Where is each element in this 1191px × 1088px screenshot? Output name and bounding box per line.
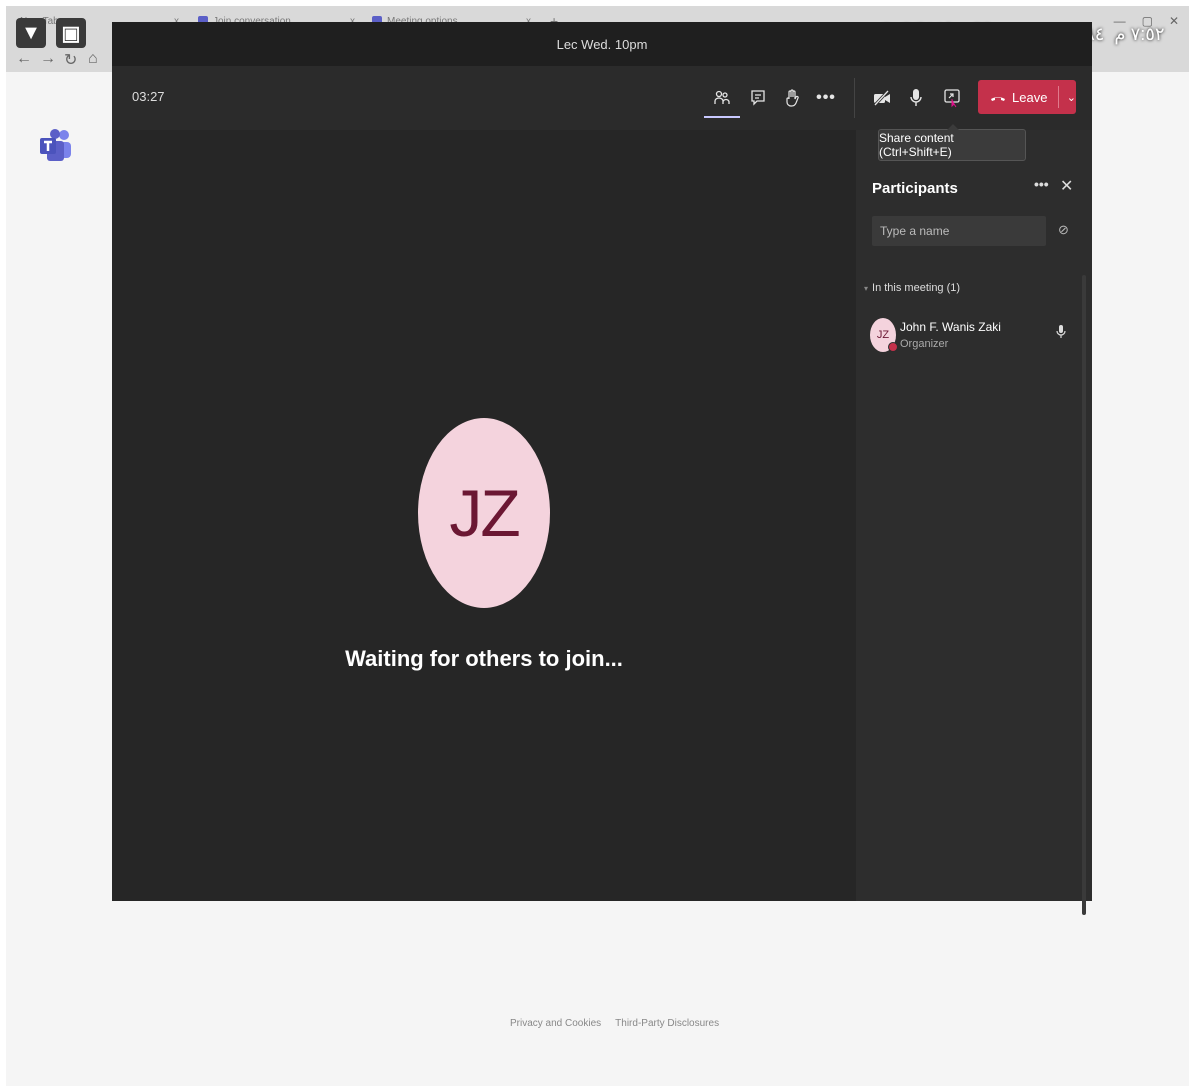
meeting-window: Lec Wed. 10pm 03:27 ••• Leave ⌄ JZ Waiti…: [112, 22, 1092, 915]
minimize-icon[interactable]: —: [1114, 14, 1126, 28]
microphone-icon: [910, 89, 922, 106]
raise-hand-button[interactable]: [778, 84, 806, 112]
leave-main[interactable]: Leave: [978, 90, 1058, 105]
list-item[interactable]: JZ John F. Wanis Zaki Organizer: [870, 314, 1076, 354]
maximize-icon[interactable]: ▢: [1142, 14, 1153, 28]
more-options-icon[interactable]: •••: [1034, 176, 1049, 192]
participants-icon: [714, 90, 730, 104]
leave-label: Leave: [1012, 89, 1048, 105]
more-actions-button[interactable]: •••: [812, 84, 840, 112]
home-icon[interactable]: ⌂: [88, 50, 98, 68]
reload-icon[interactable]: ↻: [64, 50, 77, 70]
teams-logo-icon: [40, 129, 71, 161]
mic-toggle-button[interactable]: [902, 84, 930, 112]
camera-off-icon: [873, 89, 890, 107]
meeting-controls: 03:27 ••• Leave ⌄: [112, 66, 1092, 130]
meeting-stage: JZ Waiting for others to join...: [112, 130, 856, 901]
close-window-icon[interactable]: ✕: [1169, 14, 1179, 28]
more-dots-icon: •••: [816, 89, 836, 106]
share-tooltip: Share content (Ctrl+Shift+E): [878, 124, 1026, 161]
section-label: In this meeting (1): [872, 282, 961, 294]
meeting-timer: 03:27: [132, 89, 165, 104]
show-participants-button[interactable]: [704, 84, 740, 118]
chevron-down-icon[interactable]: ⌄: [1059, 91, 1076, 104]
controls-divider: [854, 78, 855, 118]
microphone-icon: [1056, 325, 1066, 338]
status-dot: [888, 342, 898, 352]
section-in-meeting[interactable]: ▾ In this meeting (1): [864, 282, 960, 294]
third-party-link[interactable]: Third-Party Disclosures: [615, 1018, 719, 1029]
participant-name: John F. Wanis Zaki: [900, 320, 1001, 334]
show-conversation-button[interactable]: [744, 84, 772, 112]
participant-role: Organizer: [900, 338, 949, 350]
meeting-title-bar: Lec Wed. 10pm: [112, 22, 1092, 66]
panel-scrollbar[interactable]: [1082, 275, 1086, 915]
chevron-down-icon: ▾: [864, 283, 869, 293]
avatar-initials: JZ: [876, 329, 890, 341]
share-screen-icon: [944, 89, 960, 108]
copy-link-icon[interactable]: ⊘: [1058, 222, 1069, 238]
participants-panel: Participants ••• ✕ ⊘ ▾ In this meeting (…: [856, 130, 1092, 915]
tab-new-tab[interactable]: New Tab: [20, 12, 59, 30]
leave-button[interactable]: Leave ⌄: [978, 80, 1076, 114]
participants-title: Participants: [872, 180, 958, 197]
privacy-link[interactable]: Privacy and Cookies: [510, 1018, 601, 1029]
window-controls: — ▢ ✕: [1114, 14, 1179, 28]
close-icon[interactable]: ✕: [1060, 176, 1073, 196]
camera-toggle-button[interactable]: [868, 84, 896, 112]
tab-label: New Tab: [20, 15, 59, 27]
footer-links: Privacy and Cookies Third-Party Disclosu…: [510, 1018, 719, 1029]
meeting-title: Lec Wed. 10pm: [556, 36, 648, 52]
search-participants-input[interactable]: [872, 216, 1046, 246]
share-content-button[interactable]: [938, 84, 966, 112]
avatar: JZ: [870, 318, 898, 352]
chat-icon: [751, 90, 765, 106]
back-icon[interactable]: ←: [16, 50, 32, 68]
avatar: JZ: [418, 418, 550, 608]
waiting-message: Waiting for others to join...: [345, 646, 623, 671]
hang-up-icon: [991, 97, 1005, 101]
forward-icon[interactable]: →: [40, 50, 56, 68]
hand-icon: [786, 89, 799, 107]
